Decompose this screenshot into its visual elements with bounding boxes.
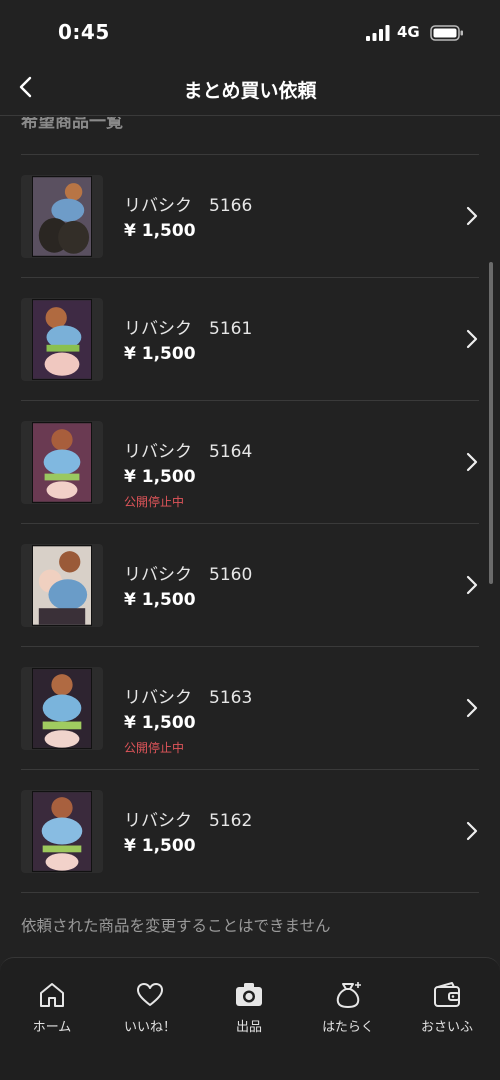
item-price: ¥ 1,500 xyxy=(124,590,196,610)
chevron-right-icon xyxy=(466,329,478,349)
money-bag-icon xyxy=(336,982,361,1008)
product-image xyxy=(32,545,92,626)
tab-label: はたらく xyxy=(322,1020,374,1035)
signal-icon xyxy=(366,25,390,41)
footer-note: 依頼された商品を変更することはできません xyxy=(21,917,331,935)
tab-wallet[interactable]: おさいふ xyxy=(397,980,497,1035)
item-name: リバシク 5162 xyxy=(124,811,253,831)
battery-icon xyxy=(430,25,463,41)
item-list: リバシク 5166 ¥ 1,500 リバシク 5161 ¥ 1,500 リバシク… xyxy=(0,155,500,893)
home-icon xyxy=(40,983,64,1007)
tab-label: いいね！ xyxy=(123,1020,176,1035)
thumbnail-frame xyxy=(21,421,103,504)
product-image xyxy=(32,176,92,257)
content-area: 希望商品一覧 リバシク 5166 ¥ 1,500 リバシク 5161 ¥ 1,5… xyxy=(0,117,500,957)
camera-icon xyxy=(236,983,262,1006)
list-item[interactable]: リバシク 5163 ¥ 1,500 公開停止中 xyxy=(21,647,479,770)
product-image xyxy=(32,422,92,503)
tab-label: ホーム xyxy=(32,1020,72,1035)
tab-label: 出品 xyxy=(235,1020,262,1035)
section-title: 希望商品一覧 xyxy=(21,117,123,132)
page-title: まとめ買い依頼 xyxy=(183,80,317,102)
tab-home[interactable]: ホーム xyxy=(2,980,102,1035)
thumbnail-frame xyxy=(21,175,103,258)
tab-sell[interactable]: 出品 xyxy=(199,980,299,1035)
list-item[interactable]: リバシク 5160 ¥ 1,500 xyxy=(21,524,479,647)
chevron-right-icon xyxy=(466,452,478,472)
product-image xyxy=(32,791,92,872)
item-name: リバシク 5164 xyxy=(124,442,253,462)
product-image xyxy=(32,299,92,380)
item-name: リバシク 5163 xyxy=(124,688,253,708)
item-name: リバシク 5160 xyxy=(124,565,253,585)
tab-bar: ホーム いいね！ 出品 はたらく おさいふ xyxy=(0,957,500,1080)
item-price: ¥ 1,500 xyxy=(124,836,196,856)
tab-label: おさいふ xyxy=(420,1020,473,1035)
chevron-right-icon xyxy=(466,821,478,841)
status-bar: 0:45 4G xyxy=(0,0,500,62)
thumbnail-frame xyxy=(21,298,103,381)
item-name: リバシク 5161 xyxy=(124,319,253,339)
status-badge: 公開停止中 xyxy=(124,495,185,509)
list-item[interactable]: リバシク 5161 ¥ 1,500 xyxy=(21,278,479,401)
list-item[interactable]: リバシク 5162 ¥ 1,500 xyxy=(21,770,479,893)
thumbnail-frame xyxy=(21,790,103,873)
item-price: ¥ 1,500 xyxy=(124,713,196,733)
item-price: ¥ 1,500 xyxy=(124,221,196,241)
tab-work[interactable]: はたらく xyxy=(298,980,398,1035)
thumbnail-frame xyxy=(21,544,103,627)
chevron-right-icon xyxy=(466,206,478,226)
chevron-right-icon xyxy=(466,575,478,595)
status-badge: 公開停止中 xyxy=(124,741,185,755)
scrollbar[interactable] xyxy=(489,262,493,584)
item-name: リバシク 5166 xyxy=(124,196,253,216)
chevron-right-icon xyxy=(466,698,478,718)
nav-bar: まとめ買い依頼 xyxy=(0,62,500,116)
list-item[interactable]: リバシク 5164 ¥ 1,500 公開停止中 xyxy=(21,401,479,524)
wallet-icon xyxy=(434,982,460,1007)
heart-icon xyxy=(137,983,163,1006)
product-image xyxy=(32,668,92,749)
list-item[interactable]: リバシク 5166 ¥ 1,500 xyxy=(21,155,479,278)
status-time: 0:45 xyxy=(58,20,110,44)
tab-likes[interactable]: いいね！ xyxy=(100,980,200,1035)
thumbnail-frame xyxy=(21,667,103,750)
item-price: ¥ 1,500 xyxy=(124,467,196,487)
network-type: 4G xyxy=(397,23,420,41)
item-price: ¥ 1,500 xyxy=(124,344,196,364)
